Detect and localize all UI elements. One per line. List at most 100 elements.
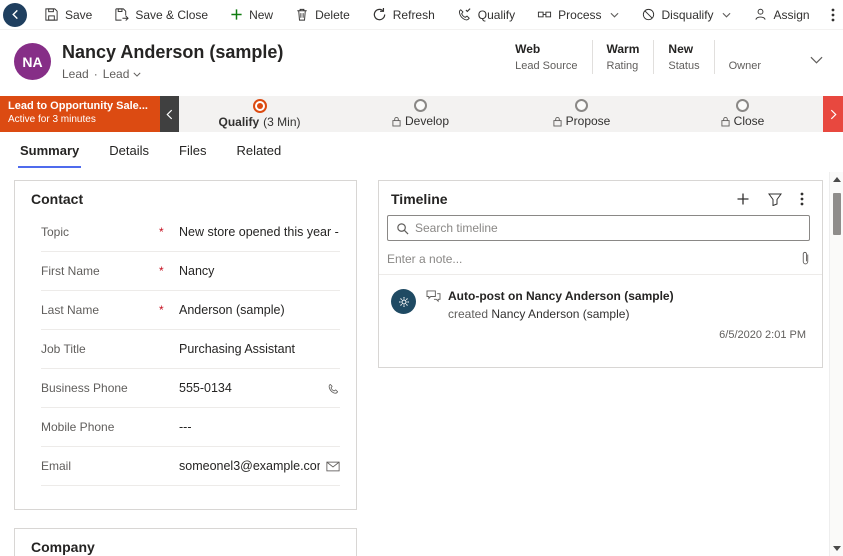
required-asterisk: * bbox=[159, 225, 164, 239]
timeline-more-icon[interactable] bbox=[800, 192, 804, 206]
filter-icon[interactable] bbox=[768, 193, 782, 206]
field-row-job-title: Job Title Purchasing Assistant bbox=[41, 330, 340, 369]
stage-develop[interactable]: Develop bbox=[340, 96, 501, 132]
first-name-value[interactable]: Nancy bbox=[179, 264, 340, 278]
stage-label: Develop bbox=[404, 114, 450, 128]
send-email-icon[interactable] bbox=[326, 461, 340, 472]
field-row-mobile-phone: Mobile Phone --- bbox=[41, 408, 340, 447]
triangle-down-icon bbox=[833, 546, 841, 551]
field-row-topic: Topic * New store opened this year - f..… bbox=[41, 213, 340, 252]
plus-icon bbox=[230, 8, 243, 21]
contact-section-title: Contact bbox=[31, 191, 84, 207]
cmd-label: Delete bbox=[315, 7, 350, 22]
add-timeline-record-icon[interactable] bbox=[736, 192, 750, 206]
field-row-first-name: First Name * Nancy bbox=[41, 252, 340, 291]
field-row-business-phone: Business Phone 555-0134 bbox=[41, 369, 340, 408]
back-button[interactable] bbox=[3, 2, 27, 27]
cmd-label: Refresh bbox=[392, 7, 435, 22]
disqualify-button[interactable]: Disqualify bbox=[630, 0, 742, 29]
owner-value[interactable] bbox=[729, 42, 761, 57]
stage-label: Propose bbox=[565, 114, 611, 128]
dot-separator bbox=[94, 67, 98, 81]
contact-section: Contact Topic * New store opened this ye… bbox=[14, 180, 357, 510]
stage-active-circle bbox=[252, 99, 267, 113]
chevron-down-icon bbox=[810, 56, 823, 64]
scroll-down-button[interactable] bbox=[830, 541, 843, 556]
form-selector[interactable]: Lead bbox=[103, 67, 142, 81]
cmd-label: Save bbox=[65, 7, 93, 22]
refresh-icon bbox=[372, 7, 387, 22]
tab-summary[interactable]: Summary bbox=[18, 143, 82, 168]
assign-button[interactable]: Assign bbox=[742, 0, 821, 29]
process-name-box[interactable]: Lead to Opportunity Sale... Active for 3… bbox=[0, 96, 160, 132]
tab-details[interactable]: Details bbox=[107, 143, 151, 168]
stage-circle bbox=[736, 99, 749, 112]
tab-files[interactable]: Files bbox=[177, 143, 208, 168]
stage-close[interactable]: Close bbox=[662, 96, 823, 132]
process-stage-track: Qualify (3 Min) Develop Propose Close bbox=[179, 96, 823, 132]
disqualify-block-icon bbox=[641, 7, 656, 22]
timeline-search-box bbox=[387, 215, 810, 241]
record-header: NA Nancy Anderson (sample) Lead Lead Web… bbox=[0, 30, 843, 96]
email-value[interactable]: someonel3@example.com bbox=[179, 459, 320, 473]
status-value[interactable]: New bbox=[668, 42, 699, 57]
field-label: First Name bbox=[41, 264, 100, 278]
lead-source-value[interactable]: Web bbox=[515, 42, 577, 57]
job-title-value[interactable]: Purchasing Assistant bbox=[179, 342, 340, 356]
rating-value[interactable]: Warm bbox=[607, 42, 640, 57]
cmd-label: Save & Close bbox=[135, 7, 209, 22]
timeline-search-input[interactable] bbox=[415, 221, 801, 235]
refresh-button[interactable]: Refresh bbox=[361, 0, 446, 29]
note-input-row bbox=[379, 247, 822, 275]
timeline-entry-body: created Nancy Anderson (sample) bbox=[448, 307, 806, 321]
field-label: Business Phone bbox=[41, 381, 128, 395]
mobile-phone-value[interactable]: --- bbox=[179, 420, 340, 434]
business-phone-value[interactable]: 555-0134 bbox=[179, 381, 321, 395]
page-title: Nancy Anderson (sample) bbox=[62, 42, 284, 62]
phone-icon[interactable] bbox=[327, 382, 340, 395]
process-button[interactable]: Process bbox=[526, 0, 629, 29]
save-button[interactable]: Save bbox=[33, 0, 103, 29]
command-overflow-button[interactable] bbox=[821, 0, 843, 29]
process-collapse-button[interactable] bbox=[160, 96, 179, 132]
stage-circle bbox=[414, 99, 427, 112]
company-section: Company bbox=[14, 528, 357, 556]
lead-source-label: Lead Source bbox=[515, 60, 578, 72]
qualify-button[interactable]: Qualify bbox=[446, 0, 526, 29]
attachment-paperclip-icon[interactable] bbox=[801, 251, 810, 266]
tab-related[interactable]: Related bbox=[234, 143, 283, 168]
stage-duration: (3 Min) bbox=[263, 115, 301, 129]
avatar-initials: NA bbox=[22, 53, 43, 70]
timeline-title: Timeline bbox=[391, 191, 448, 207]
required-asterisk: * bbox=[159, 264, 164, 278]
save-and-close-button[interactable]: Save & Close bbox=[103, 0, 219, 29]
chevron-right-icon bbox=[830, 109, 837, 120]
vertical-scrollbar[interactable] bbox=[829, 172, 843, 556]
form-tabs: Summary Details Files Related bbox=[0, 132, 843, 168]
chevron-down-icon bbox=[722, 12, 731, 18]
scroll-up-button[interactable] bbox=[830, 172, 843, 187]
header-field-lead-source: Web Lead Source bbox=[501, 40, 593, 74]
cmd-label: New bbox=[249, 7, 274, 22]
entity-type-label: Lead bbox=[62, 67, 89, 81]
save-icon bbox=[44, 7, 59, 22]
header-field-owner: Owner bbox=[715, 40, 775, 74]
note-input[interactable] bbox=[387, 251, 801, 266]
business-process-flow: Lead to Opportunity Sale... Active for 3… bbox=[0, 96, 843, 132]
stage-propose[interactable]: Propose bbox=[501, 96, 662, 132]
stage-qualify[interactable]: Qualify (3 Min) bbox=[179, 96, 340, 132]
last-name-value[interactable]: Anderson (sample) bbox=[179, 303, 340, 317]
topic-value[interactable]: New store opened this year - f... bbox=[179, 225, 340, 239]
scrollbar-thumb[interactable] bbox=[833, 193, 841, 235]
delete-button[interactable]: Delete bbox=[284, 0, 361, 29]
field-label: Job Title bbox=[41, 342, 86, 356]
qualify-phone-check-icon bbox=[457, 7, 472, 22]
field-label: Topic bbox=[41, 225, 70, 239]
next-stage-button[interactable] bbox=[823, 96, 843, 132]
new-button[interactable]: New bbox=[219, 0, 284, 29]
autopost-avatar bbox=[391, 289, 416, 314]
owner-label: Owner bbox=[728, 60, 761, 72]
more-vertical-icon bbox=[831, 8, 835, 22]
collapse-header-button[interactable] bbox=[806, 52, 827, 68]
timeline-entry-autopost[interactable]: Auto-post on Nancy Anderson (sample) cre… bbox=[379, 275, 822, 341]
